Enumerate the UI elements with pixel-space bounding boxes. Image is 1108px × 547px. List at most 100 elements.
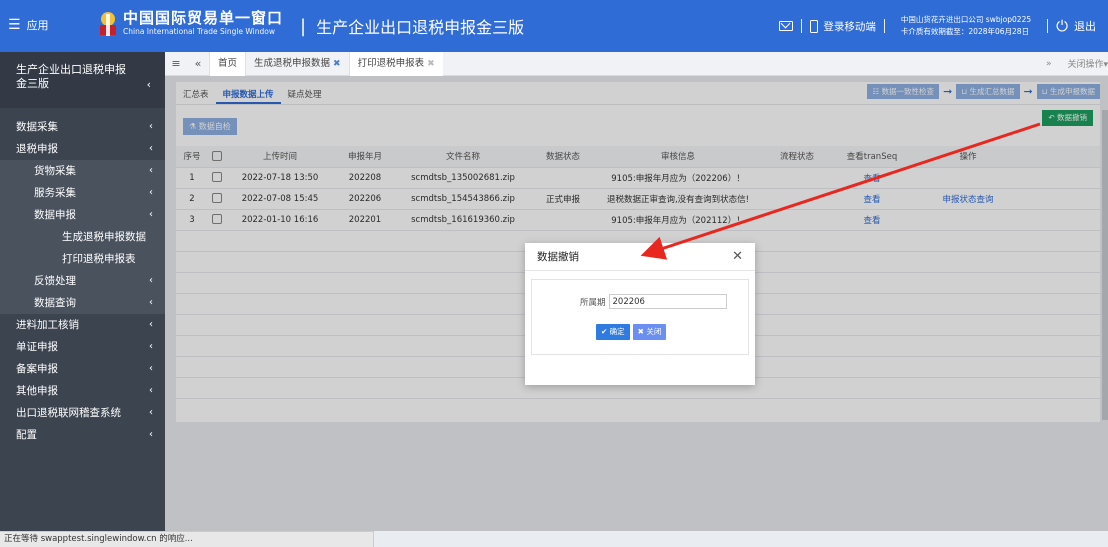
sidebar-menu: 数据采集 ‹ 退税申报 ‹ 货物采集 ‹ 服务采集 ‹ 数据申报 ‹ 生成退税申报数据 打印退税申报表… xyxy=(0,116,165,446)
sidebar-item[interactable]: 打印退税申报表 xyxy=(0,248,165,270)
sidebar-item[interactable]: 生成退税申报数据 xyxy=(0,226,165,248)
chevron-left-icon: ‹ xyxy=(149,363,153,374)
logout-button[interactable]: ⏻ 退出 xyxy=(1056,17,1096,35)
chevron-left-icon: ‹ xyxy=(149,319,153,330)
divider xyxy=(883,19,885,33)
tab-generate-data[interactable]: 生成退税申报数据 ✖ xyxy=(245,51,349,76)
tab-generate-data-label: 生成退税申报数据 xyxy=(254,57,331,69)
sidebar-item-label: 数据查询 xyxy=(34,297,76,309)
sidebar-item[interactable]: 货物采集 ‹ xyxy=(0,160,165,182)
sidebar-item[interactable]: 反馈处理 ‹ xyxy=(0,270,165,292)
sidebar: 生产企业出口退税申报 金三版 ‹ 数据采集 ‹ 退税申报 ‹ 货物采集 ‹ 服务采集 ‹ 数据申… xyxy=(0,52,165,531)
sidebar-item-label: 备案申报 xyxy=(16,363,58,375)
chevron-left-icon: ‹ xyxy=(149,341,153,352)
tab-bar: ≡ « 首页 生成退税申报数据 ✖ 打印退税申报表 ✖ » 关闭操作▾ xyxy=(165,51,1108,76)
dialog-buttons: ✔ 确定 ✖ 关闭 xyxy=(596,324,667,340)
sidebar-item[interactable]: 退税申报 ‹ xyxy=(0,138,165,160)
dialog-title: 数据撤销 xyxy=(537,251,579,263)
brand-name-cn: 中国国际贸易单一窗口 xyxy=(123,9,284,27)
tab-bar-right: » 关闭操作▾ xyxy=(1046,57,1108,71)
user-info: 中国山货花卉进出口公司 swbjop0225 卡介质有效期截至：2028年06月… xyxy=(901,14,1031,38)
header-right: 登录移动端 中国山货花卉进出口公司 swbjop0225 卡介质有效期截至：20… xyxy=(779,0,1108,52)
close-button[interactable]: ✖ 关闭 xyxy=(632,324,667,340)
browser-status-bar: 正在等待 swapptest.singlewindow.cn 的响应... xyxy=(0,531,374,547)
dialog-header: 数据撤销 ✕ xyxy=(525,243,755,271)
chevron-left-icon: ‹ xyxy=(149,385,153,396)
sidebar-item[interactable]: 数据查询 ‹ xyxy=(0,292,165,314)
sidebar-item-label: 反馈处理 xyxy=(34,275,76,287)
chevron-left-icon: ‹ xyxy=(149,429,153,440)
logout-label: 退出 xyxy=(1074,20,1096,33)
confirm-label: 确定 xyxy=(609,327,625,336)
sidebar-title[interactable]: 生产企业出口退税申报 金三版 ‹ xyxy=(0,52,165,108)
close-ops-dropdown[interactable]: 关闭操作▾ xyxy=(1067,57,1108,70)
period-input[interactable] xyxy=(608,294,727,309)
sidebar-item-label: 其他申报 xyxy=(16,385,58,397)
system-name: | 生产企业出口退税申报金三版 xyxy=(300,15,525,38)
chevron-left-icon: ‹ xyxy=(149,407,153,418)
sidebar-item-label: 退税申报 xyxy=(16,143,58,155)
divider xyxy=(801,19,803,33)
close-icon[interactable]: ✕ xyxy=(732,243,743,271)
chevron-left-icon: ‹ xyxy=(149,187,153,198)
chevron-left-icon: ‹ xyxy=(149,143,153,154)
revoke-dialog: 数据撤销 ✕ 所属期 ✔ 确定 ✖ 关闭 xyxy=(525,243,755,385)
sidebar-item[interactable]: 其他申报 ‹ xyxy=(0,380,165,402)
sidebar-item-label: 配置 xyxy=(16,429,37,441)
cert-expiry: 卡介质有效期截至：2028年06月28日 xyxy=(900,27,1030,36)
brand: 中国国际贸易单一窗口 China International Trade Sin… xyxy=(123,10,283,37)
period-field-row: 所属期 xyxy=(580,294,727,309)
sidebar-item[interactable]: 数据采集 ‹ xyxy=(0,116,165,138)
close-tab-icon[interactable]: ✖ xyxy=(333,59,341,69)
mobile-login-button[interactable]: 登录移动端 xyxy=(810,19,876,34)
tab-print-report-label: 打印退税申报表 xyxy=(357,57,425,69)
sidebar-item-label: 数据申报 xyxy=(34,209,76,221)
sidebar-item[interactable]: 配置 ‹ xyxy=(0,424,165,446)
customs-logo-icon xyxy=(100,12,116,36)
sidebar-title-line1: 生产企业出口退税申报 xyxy=(16,63,126,76)
menu-icon: ☰ xyxy=(8,17,21,33)
tab-home[interactable]: 首页 xyxy=(209,51,246,76)
system-name-text: 生产企业出口退税申报金三版 xyxy=(316,18,525,37)
menu-toggle-icon[interactable]: ≡ xyxy=(165,57,187,70)
sidebar-item[interactable]: 进料加工核销 ‹ xyxy=(0,314,165,336)
sidebar-item-label: 服务采集 xyxy=(34,187,76,199)
dialog-body: 所属期 ✔ 确定 ✖ 关闭 xyxy=(531,279,749,355)
close-tab-icon[interactable]: ✖ xyxy=(427,59,435,69)
sidebar-item-label: 生成退税申报数据 xyxy=(62,231,146,243)
sidebar-item[interactable]: 单证申报 ‹ xyxy=(0,336,165,358)
sidebar-item-label: 打印退税申报表 xyxy=(62,253,136,265)
sidebar-title-line2: 金三版 xyxy=(16,77,49,90)
sidebar-item-label: 单证申报 xyxy=(16,341,58,353)
tab-print-report[interactable]: 打印退税申报表 ✖ xyxy=(348,51,443,76)
tab-home-label: 首页 xyxy=(218,57,238,69)
chevron-left-icon: ‹ xyxy=(146,78,151,91)
sidebar-item[interactable]: 备案申报 ‹ xyxy=(0,358,165,380)
sidebar-item-label: 出口退税联网稽查系统 xyxy=(16,407,121,419)
period-label: 所属期 xyxy=(580,297,606,308)
app-menu-label: 应用 xyxy=(26,19,49,32)
close-label: 关闭 xyxy=(646,327,662,336)
sidebar-item-label: 货物采集 xyxy=(34,165,76,177)
chevron-left-icon: ‹ xyxy=(149,121,153,132)
mail-icon[interactable] xyxy=(779,21,794,31)
company-name: 中国山货花卉进出口公司 swbjop0225 xyxy=(900,15,1032,24)
scroll-right-icon[interactable]: » xyxy=(1046,59,1052,69)
sidebar-item[interactable]: 出口退税联网稽查系统 ‹ xyxy=(0,402,165,424)
chevron-left-icon: ‹ xyxy=(149,165,153,176)
mobile-login-label: 登录移动端 xyxy=(823,20,876,33)
chevron-left-icon: ‹ xyxy=(149,297,153,308)
top-header: ☰ 应用 中国国际贸易单一窗口 China International Trad… xyxy=(0,0,1108,52)
scroll-left-icon[interactable]: « xyxy=(187,57,209,70)
sidebar-item[interactable]: 服务采集 ‹ xyxy=(0,182,165,204)
chevron-left-icon: ‹ xyxy=(149,209,153,220)
sidebar-item[interactable]: 数据申报 ‹ xyxy=(0,204,165,226)
confirm-button[interactable]: ✔ 确定 xyxy=(596,324,630,340)
sidebar-item-label: 数据采集 xyxy=(16,121,58,133)
divider xyxy=(1047,19,1049,33)
power-icon: ⏻ xyxy=(1056,17,1068,35)
app-menu-button[interactable]: ☰ 应用 xyxy=(8,17,49,33)
chevron-left-icon: ‹ xyxy=(149,275,153,286)
phone-icon xyxy=(810,19,819,33)
close-ops-label: 关闭操作 xyxy=(1067,60,1104,70)
